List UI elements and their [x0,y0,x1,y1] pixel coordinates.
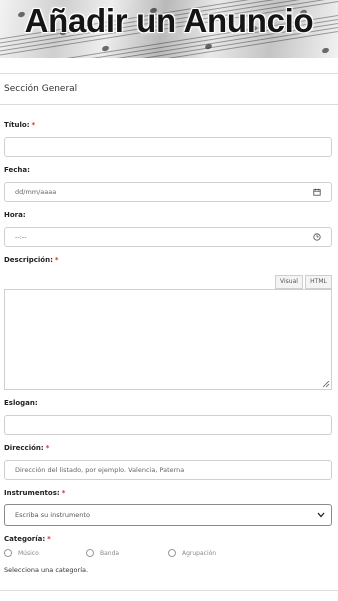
direccion-label: Dirección: * [4,444,50,452]
radio-circle[interactable] [4,549,12,557]
instrumentos-select[interactable]: Escriba su instrumento [4,504,332,526]
direccion-input[interactable]: Dirección del listado, por ejemplo. Vale… [4,460,332,480]
categoria-hint: Selecciona una categoría. [4,566,89,574]
resize-handle-icon[interactable] [322,380,330,388]
fecha-label: Fecha: [4,166,30,174]
instrumentos-label: Instrumentos: * [4,489,66,497]
instrumentos-selected: Escriba su instrumento [15,511,90,519]
titulo-input[interactable] [4,137,332,157]
tab-html[interactable]: HTML [305,275,332,289]
hora-label: Hora: [4,211,26,219]
radio-musico[interactable]: Músico [4,549,39,557]
radio-circle[interactable] [168,549,176,557]
tab-visual[interactable]: Visual [275,275,303,289]
radio-banda[interactable]: Banda [86,549,119,557]
descripcion-label: Descripción: * [4,256,59,264]
hora-placeholder: --:-- [15,233,27,241]
eslogan-input[interactable] [4,415,332,435]
direccion-placeholder: Dirección del listado, por ejemplo. Vale… [15,466,185,474]
titulo-label: Título: * [4,121,36,129]
radio-circle[interactable] [86,549,94,557]
hora-input[interactable]: --:-- [4,227,332,247]
eslogan-label: Eslogan: [4,399,38,407]
header-banner: Añadir un Anuncio [0,0,338,58]
divider [0,590,338,591]
divider [0,73,338,74]
calendar-icon[interactable] [313,188,321,196]
page-title: Añadir un Anuncio [24,2,314,39]
clock-icon[interactable] [313,233,321,241]
fecha-placeholder: dd/mm/aaaa [15,188,57,196]
divider [0,104,338,105]
radio-agrupacion[interactable]: Agrupación [168,549,216,557]
fecha-input[interactable]: dd/mm/aaaa [4,182,332,202]
descripcion-textarea[interactable] [4,289,332,390]
section-title: Sección General [4,84,78,94]
categoria-label: Categoría: * [4,535,51,543]
chevron-down-icon[interactable] [317,512,325,518]
